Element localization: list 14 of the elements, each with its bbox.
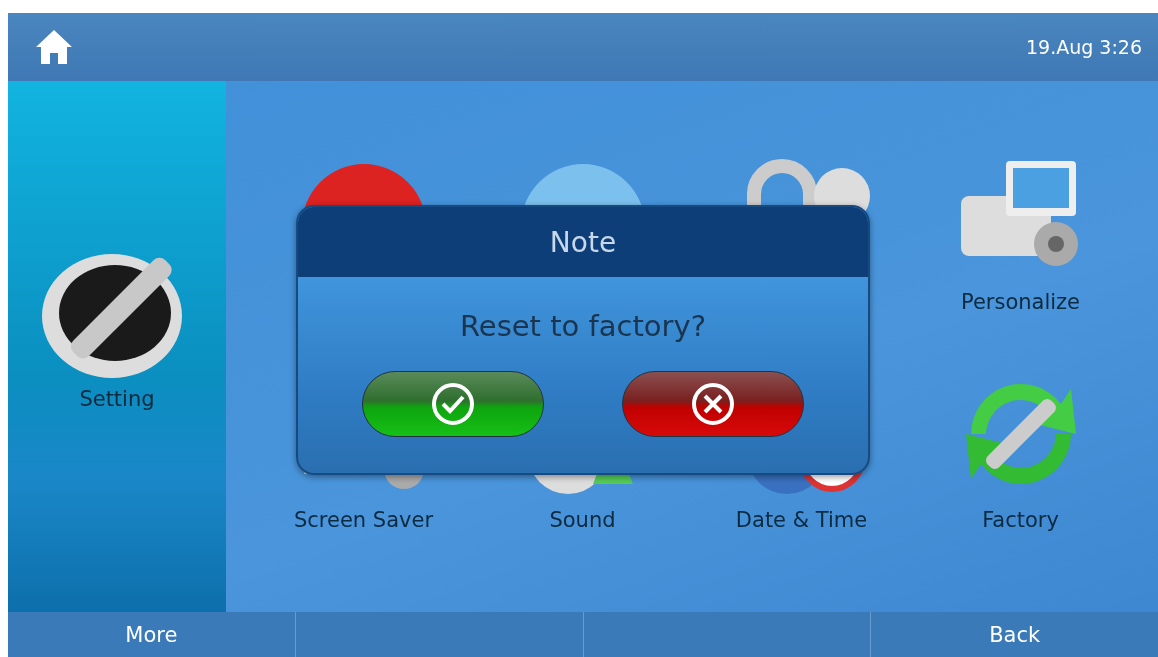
- softkey[interactable]: Back: [870, 612, 1158, 657]
- app-label[interactable]: Factory: [982, 508, 1059, 532]
- app-label[interactable]: Sound: [549, 508, 616, 532]
- home-icon[interactable]: [34, 27, 74, 67]
- app-label[interactable]: Personalize: [960, 290, 1081, 314]
- softkey[interactable]: More: [8, 612, 295, 657]
- dialog-title: Note: [298, 207, 868, 277]
- app-label[interactable]: Date & Time: [735, 508, 868, 532]
- date-time: 19.Aug 3:26: [1025, 36, 1142, 58]
- setting-label: Setting: [79, 387, 155, 411]
- check-icon: [431, 382, 475, 426]
- dialog-message: Reset to factory?: [458, 309, 708, 343]
- close-icon: [691, 382, 735, 426]
- app-label[interactable]: Screen Saver: [293, 508, 434, 532]
